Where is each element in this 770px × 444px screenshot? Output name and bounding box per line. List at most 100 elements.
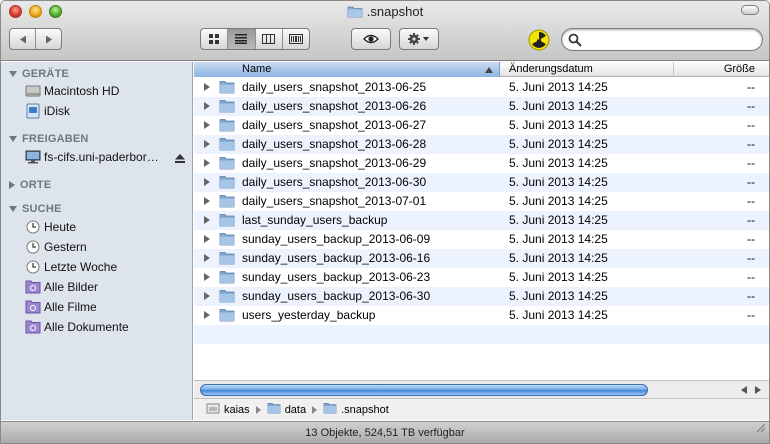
file-size: -- [747,289,755,303]
horizontal-scrollbar[interactable] [194,380,769,398]
column-view-button[interactable] [256,29,283,49]
disclosure-triangle-icon [9,206,17,212]
file-date: 5. Juni 2013 14:25 [509,232,608,246]
disclosure-triangle-icon[interactable] [204,102,210,110]
table-row[interactable]: daily_users_snapshot_2013-06-26 5. Juni 2… [194,97,769,116]
sidebar-item-idisk[interactable]: iDisk [25,101,191,121]
sidebar-item-gestern[interactable]: Gestern [25,237,191,257]
sidebar-item-heute[interactable]: Heute [25,217,191,237]
eject-icon[interactable] [175,152,185,166]
sidebar-item-macintosh-hd[interactable]: Macintosh HD [25,81,191,101]
clock-icon [25,239,41,255]
sidebar-item-label: Alle Dokumente [44,320,129,334]
column-header-name[interactable]: Name [194,62,500,77]
sidebar-item-alle-dokumente[interactable]: Alle Dokumente [25,317,191,337]
disclosure-triangle-icon[interactable] [204,216,210,224]
smart-folder-icon [25,319,41,335]
sidebar-section-freigaben[interactable]: FREIGABEN [9,133,89,145]
sidebar-item-alle-bilder[interactable]: Alle Bilder [25,277,191,297]
back-button[interactable] [10,29,36,49]
column-header-date[interactable]: Änderungsdatum [501,62,674,77]
disclosure-triangle-icon[interactable] [204,178,210,186]
table-row[interactable]: sunday_users_backup_2013-06-23 5. Juni 20… [194,268,769,287]
column-title: Änderungsdatum [509,63,593,75]
path-item-data[interactable]: data [267,402,306,417]
file-list: Name Änderungsdatum Größe daily_users_sn… [194,62,769,380]
file-name: daily_users_snapshot_2013-06-25 [242,80,427,94]
folder-icon [219,232,235,249]
file-size: -- [747,251,755,265]
file-size: -- [747,194,755,208]
path-item-snapshot[interactable]: .snapshot [323,402,389,417]
list-view-button[interactable] [228,29,256,49]
folder-icon [219,118,235,135]
table-row[interactable]: daily_users_snapshot_2013-06-27 5. Juni 2… [194,116,769,135]
sidebar-item-label: Gestern [44,240,87,254]
sidebar-item-alle-filme[interactable]: Alle Filme [25,297,191,317]
sidebar-section-geraete[interactable]: GERÄTE [9,68,69,80]
file-size: -- [747,137,755,151]
table-row[interactable]: daily_users_snapshot_2013-06-30 5. Juni 2… [194,173,769,192]
file-size: -- [747,308,755,322]
disclosure-triangle-icon[interactable] [204,140,210,148]
coverflow-view-button[interactable] [283,29,309,49]
table-row[interactable]: daily_users_snapshot_2013-06-29 5. Juni 2… [194,154,769,173]
folder-icon [219,175,235,192]
table-row[interactable]: daily_users_snapshot_2013-07-01 5. Juni 2… [194,192,769,211]
status-text: 13 Objekte, 524,51 TB verfügbar [305,427,465,439]
scroll-left-button[interactable] [737,384,750,396]
disclosure-triangle-icon[interactable] [204,235,210,243]
icon-view-button[interactable] [201,29,229,49]
search-field[interactable] [561,28,763,51]
search-input[interactable] [586,31,756,48]
table-row[interactable]: sunday_users_backup_2013-06-16 5. Juni 20… [194,249,769,268]
action-menu-button[interactable] [399,28,439,50]
scrollbar-thumb[interactable] [200,384,648,396]
quick-look-button[interactable] [351,28,391,50]
path-label: kaias [224,403,250,416]
file-date: 5. Juni 2013 14:25 [509,137,608,151]
forward-button[interactable] [36,29,61,49]
file-size: -- [747,80,755,94]
file-name: sunday_users_backup_2013-06-30 [242,289,431,303]
folder-icon [219,289,235,306]
table-row[interactable]: sunday_users_backup_2013-06-30 5. Juni 20… [194,287,769,306]
path-item-kaias[interactable]: kaias [206,402,250,417]
disclosure-triangle-icon[interactable] [204,292,210,300]
table-row[interactable]: last_sunday_users_backup 5. Juni 2013 14:… [194,211,769,230]
column-view-icon [262,34,276,44]
file-name: last_sunday_users_backup [242,213,388,227]
network-server-icon [25,149,41,165]
sidebar-section-suche[interactable]: SUCHE [9,203,62,215]
window-title: .snapshot [1,4,769,21]
finder-window: .snapshot GERÄTE Macintosh HD iDisk FREI… [0,0,770,444]
disclosure-triangle-icon[interactable] [204,197,210,205]
disclosure-triangle-icon[interactable] [204,159,210,167]
resize-grip-icon[interactable] [755,419,766,441]
sidebar-section-orte[interactable]: ORTE [9,179,51,191]
sidebar-item-fs-cifs[interactable]: fs-cifs.uni-paderbor… [25,147,191,167]
radiation-icon[interactable] [528,29,550,51]
disclosure-triangle-icon[interactable] [204,254,210,262]
folder-icon [219,80,235,97]
table-row[interactable]: users_yesterday_backup 5. Juni 2013 14:25… [194,306,769,325]
idisk-icon [25,103,41,119]
table-row[interactable]: daily_users_snapshot_2013-06-28 5. Juni 2… [194,135,769,154]
sidebar-item-letzte-woche[interactable]: Letzte Woche [25,257,191,277]
disclosure-triangle-icon [9,181,15,189]
column-header-size[interactable]: Größe [675,62,769,77]
scroll-right-arrow-icon [754,386,761,394]
quick-look-cell [352,29,390,49]
disclosure-triangle-icon[interactable] [204,273,210,281]
folder-icon [219,137,235,154]
toolbar-toggle-button[interactable] [741,5,759,15]
disclosure-triangle-icon[interactable] [204,121,210,129]
scroll-right-button[interactable] [751,384,764,396]
table-row[interactable]: sunday_users_backup_2013-06-09 5. Juni 20… [194,230,769,249]
path-separator-icon [312,405,318,414]
disclosure-triangle-icon[interactable] [204,311,210,319]
disclosure-triangle-icon[interactable] [204,83,210,91]
folder-icon [219,251,235,268]
table-row[interactable]: daily_users_snapshot_2013-06-25 5. Juni 2… [194,78,769,97]
file-name: sunday_users_backup_2013-06-23 [242,270,431,284]
